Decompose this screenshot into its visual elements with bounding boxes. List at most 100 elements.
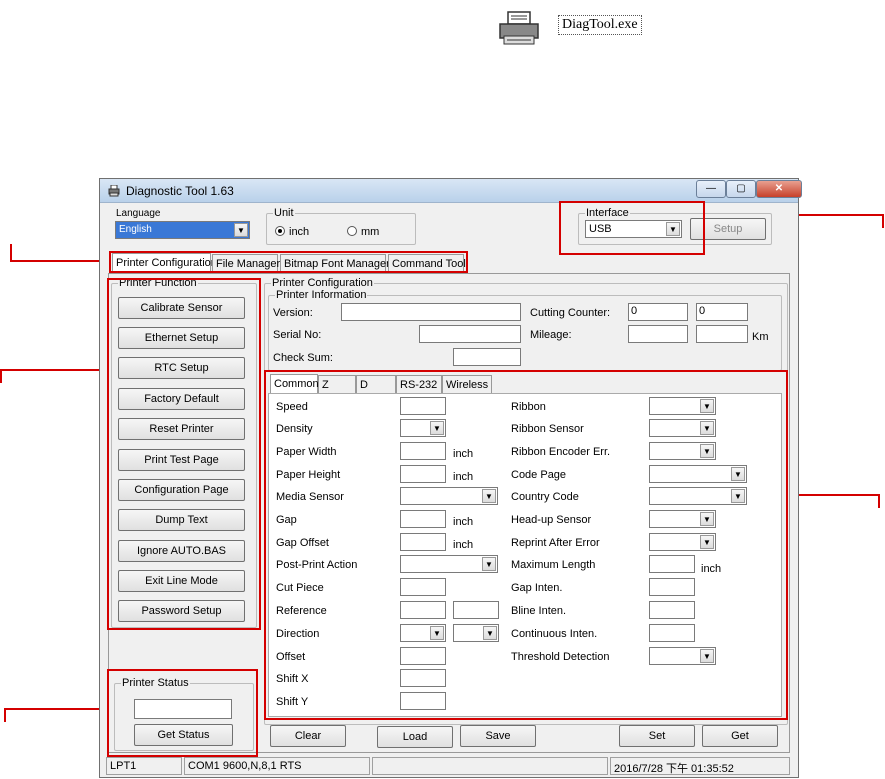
mileage-field-1[interactable] <box>628 325 688 343</box>
status-datetime: 2016/7/28 下午 01:35:52 <box>610 757 790 775</box>
unit-label: Unit <box>273 207 295 219</box>
close-button[interactable]: ✕ <box>756 180 802 198</box>
ribbon-combo[interactable]: ▼ <box>649 397 716 415</box>
chevron-down-icon[interactable]: ▼ <box>700 399 714 413</box>
serial-field[interactable] <box>419 325 521 343</box>
ribbon-label: Ribbon <box>511 401 546 413</box>
chevron-down-icon[interactable]: ▼ <box>700 535 714 549</box>
cutting-counter-field-1[interactable]: 0 <box>628 303 688 321</box>
annotation-line <box>786 494 880 496</box>
chevron-down-icon[interactable]: ▼ <box>700 421 714 435</box>
checksum-field[interactable] <box>453 348 521 366</box>
version-label: Version: <box>273 307 313 319</box>
reprint-after-error-combo[interactable]: ▼ <box>649 533 716 551</box>
offset-field[interactable] <box>400 647 446 665</box>
annotation-line <box>4 708 6 722</box>
unit-inch-radio[interactable]: inch <box>275 226 309 238</box>
minimize-button[interactable]: — <box>696 180 726 198</box>
cut-piece-field[interactable] <box>400 578 446 596</box>
save-button[interactable]: Save <box>460 725 536 747</box>
annotation-line <box>0 369 110 371</box>
exe-label[interactable]: DiagTool.exe <box>558 15 642 35</box>
serial-label: Serial No: <box>273 329 322 341</box>
paper-height-field[interactable] <box>400 465 446 483</box>
unit-group: Unit inch mm <box>266 207 416 245</box>
language-combo[interactable]: English ▼ <box>115 221 250 239</box>
density-label: Density <box>276 423 313 435</box>
reference-y-field[interactable] <box>453 601 499 619</box>
gap-offset-field[interactable] <box>400 533 446 551</box>
media-sensor-combo[interactable]: ▼ <box>400 487 498 505</box>
code-page-combo[interactable]: ▼ <box>649 465 747 483</box>
printer-icon[interactable] <box>496 10 544 46</box>
window-title: Diagnostic Tool 1.63 <box>126 184 234 198</box>
shift-x-field[interactable] <box>400 669 446 687</box>
maximum-length-field[interactable] <box>649 555 695 573</box>
head-up-sensor-combo[interactable]: ▼ <box>649 510 716 528</box>
reference-x-field[interactable] <box>400 601 446 619</box>
threshold-detection-combo[interactable]: ▼ <box>649 647 716 665</box>
shift-y-field[interactable] <box>400 692 446 710</box>
printer-status-highlight <box>107 669 258 757</box>
maximum-length-label: Maximum Length <box>511 559 596 571</box>
language-value: English <box>119 224 152 235</box>
country-code-combo[interactable]: ▼ <box>649 487 747 505</box>
unit-option-inch: inch <box>289 226 310 238</box>
chevron-down-icon[interactable]: ▼ <box>234 223 248 237</box>
tabs-highlight <box>109 251 468 273</box>
mileage-field-2[interactable] <box>696 325 748 343</box>
mileage-label: Mileage: <box>530 329 572 341</box>
density-combo[interactable]: ▼ <box>400 419 446 437</box>
reprint-after-error-label: Reprint After Error <box>511 537 600 549</box>
chevron-down-icon[interactable]: ▼ <box>700 444 714 458</box>
speed-label: Speed <box>276 401 308 413</box>
status-message <box>372 757 608 775</box>
chevron-down-icon[interactable]: ▼ <box>430 421 444 435</box>
code-page-label: Code Page <box>511 469 567 481</box>
shift-y-label: Shift Y <box>276 696 309 708</box>
chevron-down-icon[interactable]: ▼ <box>482 557 496 571</box>
app-icon <box>108 184 120 200</box>
get-button[interactable]: Get <box>702 725 778 747</box>
diagnostic-tool-window: Diagnostic Tool 1.63 — ▢ ✕ Language Engl… <box>99 178 802 778</box>
bline-inten-field[interactable] <box>649 601 695 619</box>
gap-label: Gap <box>276 514 297 526</box>
set-button[interactable]: Set <box>619 725 695 747</box>
language-label: Language <box>116 208 161 219</box>
media-sensor-label: Media Sensor <box>276 491 344 503</box>
ribbon-sensor-combo[interactable]: ▼ <box>649 419 716 437</box>
speed-field[interactable] <box>400 397 446 415</box>
annotation-line <box>0 369 2 383</box>
post-print-action-combo[interactable]: ▼ <box>400 555 498 573</box>
maximum-length-unit: inch <box>701 563 722 575</box>
ribbon-encoder-err-combo[interactable]: ▼ <box>649 442 716 460</box>
clear-button[interactable]: Clear <box>270 725 346 747</box>
gap-field[interactable] <box>400 510 446 528</box>
maximize-button[interactable]: ▢ <box>726 180 756 198</box>
chevron-down-icon[interactable]: ▼ <box>482 489 496 503</box>
printer-function-highlight <box>107 278 261 630</box>
chevron-down-icon[interactable]: ▼ <box>700 512 714 526</box>
direction-combo[interactable]: ▼ <box>400 624 446 642</box>
load-button[interactable]: Load <box>377 726 453 748</box>
gap-inten-field[interactable] <box>649 578 695 596</box>
chevron-down-icon[interactable]: ▼ <box>731 467 745 481</box>
mirror-combo[interactable]: ▼ <box>453 624 499 642</box>
continuous-inten-field[interactable] <box>649 624 695 642</box>
direction-label: Direction <box>276 628 320 640</box>
chevron-down-icon[interactable]: ▼ <box>430 626 444 640</box>
chevron-down-icon[interactable]: ▼ <box>483 626 497 640</box>
version-field[interactable] <box>341 303 521 321</box>
cutting-counter-field-2[interactable]: 0 <box>696 303 748 321</box>
unit-mm-radio[interactable]: mm <box>347 226 379 238</box>
printer-configuration-label: Printer Configuration <box>271 277 374 289</box>
paper-width-field[interactable] <box>400 442 446 460</box>
gap-unit: inch <box>453 516 474 528</box>
annotation-line <box>882 214 884 228</box>
continuous-inten-label: Continuous Inten. <box>511 628 598 640</box>
km-label: Km <box>752 331 769 343</box>
chevron-down-icon[interactable]: ▼ <box>731 489 745 503</box>
chevron-down-icon[interactable]: ▼ <box>700 649 714 663</box>
gap-inten-label: Gap Inten. <box>511 582 563 594</box>
bline-inten-label: Bline Inten. <box>511 605 567 617</box>
